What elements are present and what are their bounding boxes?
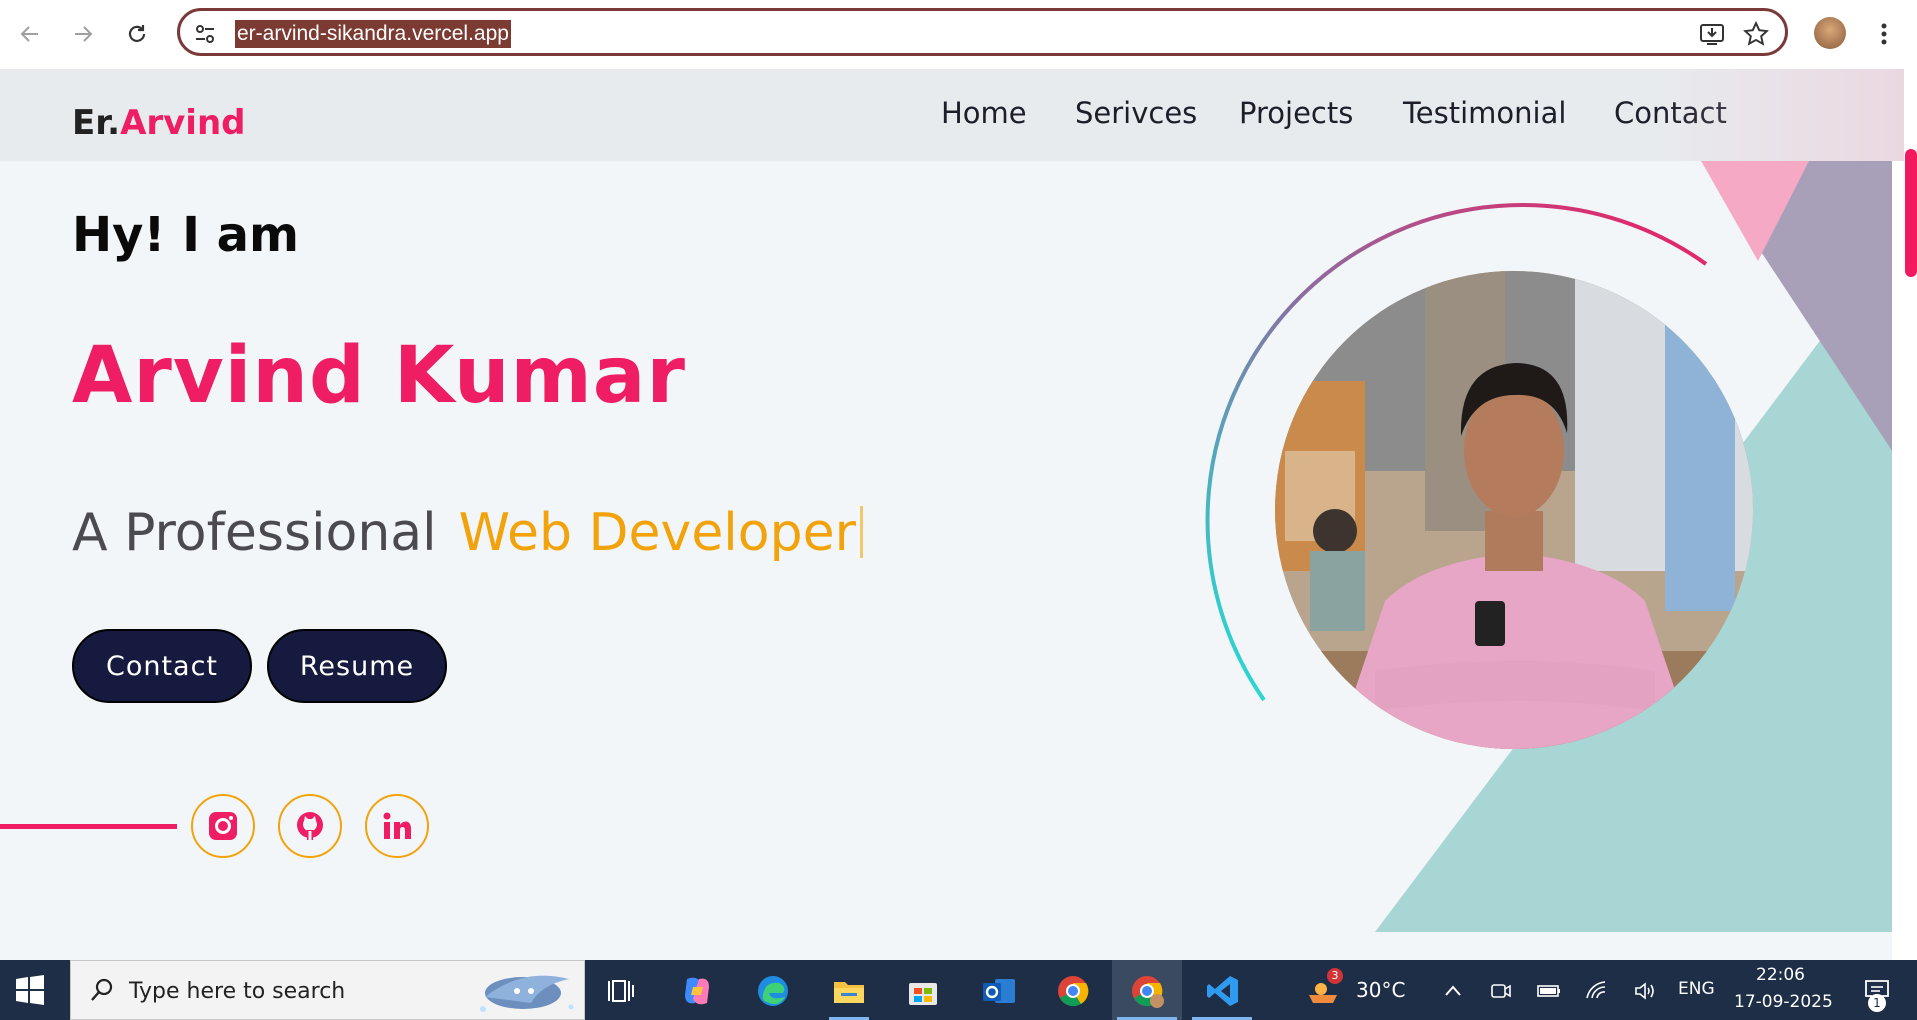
more-vert-icon — [1881, 23, 1887, 45]
reload-button[interactable] — [121, 18, 153, 50]
web-page: Er.Arvind Home Serivces Projects Testimo… — [0, 69, 1917, 960]
scrollbar-thumb[interactable] — [1905, 149, 1917, 277]
chrome-profile-icon — [1132, 976, 1164, 1008]
camera-icon — [1491, 984, 1511, 998]
search-highlight-icon — [480, 975, 574, 1012]
weather-badge: 3 — [1327, 968, 1343, 984]
linkedin-link[interactable] — [365, 794, 429, 858]
taskbar-file-explorer[interactable] — [826, 968, 872, 1014]
taskbar-chrome-profile[interactable] — [1124, 968, 1170, 1014]
copilot-icon — [685, 977, 709, 1005]
bookmark-star-icon[interactable] — [1743, 21, 1769, 47]
search-icon — [91, 978, 113, 1001]
arrow-right-icon — [75, 26, 93, 42]
meet-now-button[interactable] — [1478, 968, 1524, 1014]
instagram-link[interactable] — [191, 794, 255, 858]
role-highlight: Web Developer — [458, 503, 856, 563]
taskbar: Type here to search 3 30°C ENG 22:06 17-… — [0, 960, 1917, 1020]
taskbar-outlook[interactable] — [976, 968, 1022, 1014]
task-view-button[interactable] — [598, 968, 644, 1014]
profile-photo-illustration — [1275, 271, 1753, 749]
back-button[interactable] — [14, 18, 46, 50]
page-scrollbar[interactable] — [1904, 69, 1917, 960]
nav-services[interactable]: Serivces — [1075, 96, 1197, 130]
github-icon — [297, 812, 323, 840]
taskbar-search[interactable]: Type here to search — [70, 960, 585, 1020]
taskbar-edge[interactable] — [750, 968, 796, 1014]
network-status[interactable] — [1574, 968, 1620, 1014]
site-navbar: Er.Arvind Home Serivces Projects Testimo… — [0, 69, 1904, 161]
hero-role: A Professional Web Developer — [72, 503, 863, 563]
clock-time[interactable]: 22:06 — [1756, 965, 1805, 985]
nav-home[interactable]: Home — [941, 96, 1027, 130]
site-logo[interactable]: Er.Arvind — [72, 103, 246, 143]
clock-date[interactable]: 17-09-2025 — [1734, 992, 1833, 1012]
hero-greeting: Hy! I am — [72, 207, 300, 263]
nav-testimonial[interactable]: Testimonial — [1403, 96, 1566, 130]
store-icon — [909, 983, 937, 1005]
taskbar-copilot[interactable] — [674, 968, 720, 1014]
taskbar-chrome[interactable] — [1050, 968, 1096, 1014]
wifi-icon — [1586, 981, 1606, 999]
start-button[interactable] — [12, 972, 48, 1008]
language-indicator[interactable]: ENG — [1678, 979, 1715, 999]
profile-photo — [1275, 271, 1753, 749]
speaker-icon — [1635, 982, 1654, 1000]
vscode-icon — [1207, 976, 1238, 1006]
resume-button[interactable]: Resume — [267, 629, 447, 703]
role-prefix: A Professional — [72, 503, 437, 563]
battery-status[interactable] — [1526, 968, 1572, 1014]
temperature-text: 30°C — [1356, 978, 1406, 1002]
contact-button[interactable]: Contact — [72, 629, 252, 703]
profile-avatar[interactable] — [1814, 17, 1846, 49]
browser-toolbar: er-arvind-sikandra.vercel.app — [0, 0, 1917, 69]
outlook-icon — [983, 979, 1015, 1003]
arrow-left-icon — [20, 26, 38, 42]
task-view-icon — [608, 980, 634, 1002]
edge-icon — [758, 976, 788, 1006]
chevron-up-icon — [1445, 985, 1461, 996]
chrome-icon — [1058, 976, 1089, 1007]
show-hidden-icons-button[interactable] — [1430, 968, 1476, 1014]
install-app-icon[interactable] — [1699, 21, 1725, 47]
site-settings-icon[interactable] — [194, 23, 216, 45]
folder-icon — [834, 982, 864, 1003]
forward-button[interactable] — [67, 18, 99, 50]
battery-icon — [1537, 985, 1560, 997]
taskbar-store[interactable] — [900, 968, 946, 1014]
url-text[interactable]: er-arvind-sikandra.vercel.app — [235, 20, 511, 48]
browser-menu-button[interactable] — [1874, 18, 1894, 50]
notification-count: 1 — [1868, 994, 1886, 1012]
typing-cursor — [859, 506, 863, 558]
social-divider-line — [0, 824, 177, 829]
taskbar-vscode[interactable] — [1200, 968, 1246, 1014]
linkedin-icon — [383, 812, 411, 839]
reload-icon — [128, 25, 146, 42]
address-bar[interactable]: er-arvind-sikandra.vercel.app — [177, 8, 1788, 56]
windows-logo-icon — [16, 975, 44, 1005]
volume-control[interactable] — [1622, 968, 1668, 1014]
instagram-icon — [209, 812, 237, 840]
search-placeholder: Type here to search — [129, 979, 346, 1004]
nav-projects[interactable]: Projects — [1239, 96, 1353, 130]
github-link[interactable] — [278, 794, 342, 858]
hero-name: Arvind Kumar — [72, 331, 686, 421]
